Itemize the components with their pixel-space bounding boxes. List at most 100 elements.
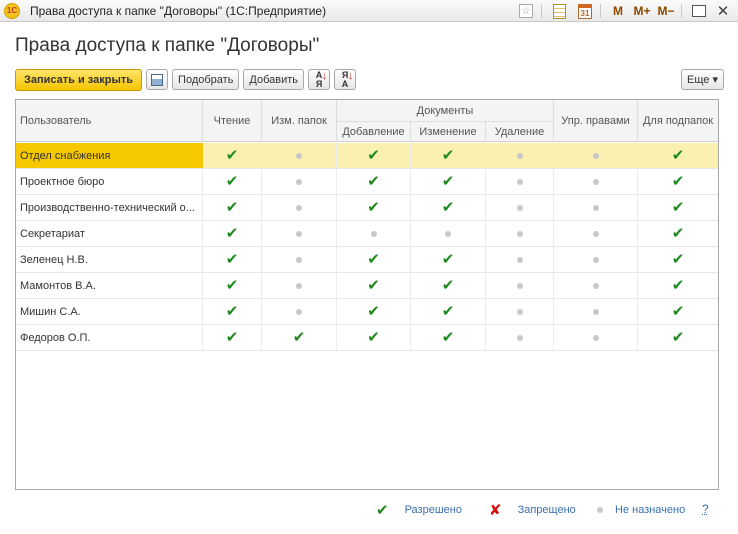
right-cell-read[interactable]: ✔ [203,195,262,220]
user-name-cell[interactable]: Отдел снабжения [16,143,203,168]
column-header-change[interactable]: Изменение [411,121,486,142]
user-name-cell[interactable]: Проектное бюро [16,169,203,194]
right-cell-manage-rights[interactable] [554,299,638,324]
save-and-close-button[interactable]: Записать и закрыть [15,68,143,91]
table-row[interactable]: Мишин С.А. ✔ ✔ ✔ ✔ [16,299,718,325]
right-cell-edit-folders[interactable] [262,273,337,298]
column-header-delete[interactable]: Удаление [486,121,554,142]
right-cell-add[interactable]: ✔ [337,299,411,324]
right-cell-delete[interactable] [486,273,554,298]
check-icon: ✔ [225,329,239,346]
right-cell-change[interactable]: ✔ [411,325,486,350]
right-cell-delete[interactable] [486,195,554,220]
right-cell-add[interactable]: ✔ [337,325,411,350]
right-cell-read[interactable]: ✔ [203,247,262,272]
right-cell-edit-folders[interactable]: ✔ [262,325,337,350]
user-name-cell[interactable]: Зеленец Н.В. [16,247,203,272]
memory-button[interactable]: M [609,1,627,21]
table-row[interactable]: Проектное бюро ✔ ✔ ✔ ✔ [16,169,718,195]
pick-button[interactable]: Подобрать [172,69,240,90]
right-cell-add[interactable]: ✔ [337,169,411,194]
user-name-cell[interactable]: Производственно-технический о... [16,195,203,220]
right-cell-read[interactable]: ✔ [203,221,262,246]
more-menu-button[interactable]: Еще ▾ [681,69,724,90]
right-cell-edit-folders[interactable] [262,221,337,246]
app-logo-icon[interactable]: 1C [4,2,20,19]
memory-plus-button[interactable]: M+ [633,1,651,21]
table-row[interactable]: Зеленец Н.В. ✔ ✔ ✔ ✔ [16,247,718,273]
right-cell-manage-rights[interactable] [554,143,638,168]
right-cell-subfolders[interactable]: ✔ [638,221,718,246]
right-cell-delete[interactable] [486,221,554,246]
add-button[interactable]: Добавить [243,69,305,90]
right-cell-delete[interactable] [486,299,554,324]
column-header-edit-folders[interactable]: Изм. папок [262,100,337,142]
access-rights-table[interactable]: Пользователь Чтение Изм. папок Документы… [15,99,719,490]
right-cell-subfolders[interactable]: ✔ [638,273,718,298]
table-row[interactable]: Отдел снабжения ✔ ✔ ✔ ✔ [16,143,718,169]
calendar-icon[interactable]: 31 [576,1,594,21]
right-cell-change[interactable]: ✔ [411,195,486,220]
right-cell-read[interactable]: ✔ [203,143,262,168]
user-name-cell[interactable]: Мамонтов В.А. [16,273,203,298]
right-cell-manage-rights[interactable] [554,221,638,246]
user-name-cell[interactable]: Федоров О.П. [16,325,203,350]
right-cell-edit-folders[interactable] [262,247,337,272]
right-cell-change[interactable]: ✔ [411,273,486,298]
spreadsheet-icon[interactable] [550,1,568,21]
right-cell-read[interactable]: ✔ [203,273,262,298]
close-icon[interactable]: ✕ [714,1,732,21]
column-header-read[interactable]: Чтение [203,100,262,142]
right-cell-delete[interactable] [486,169,554,194]
user-name-cell[interactable]: Мишин С.А. [16,299,203,324]
memory-minus-button[interactable]: M− [657,1,675,21]
right-cell-subfolders[interactable]: ✔ [638,195,718,220]
right-cell-edit-folders[interactable] [262,299,337,324]
right-cell-edit-folders[interactable] [262,195,337,220]
right-cell-subfolders[interactable]: ✔ [638,299,718,324]
help-link[interactable]: ? [702,502,709,516]
column-header-manage-rights[interactable]: Упр. правами [554,100,638,142]
right-cell-add[interactable] [337,221,411,246]
right-cell-change[interactable]: ✔ [411,143,486,168]
table-row[interactable]: Производственно-технический о... ✔ ✔ ✔ ✔ [16,195,718,221]
right-cell-manage-rights[interactable] [554,195,638,220]
right-cell-add[interactable]: ✔ [337,143,411,168]
table-row[interactable]: Мамонтов В.А. ✔ ✔ ✔ ✔ [16,273,718,299]
table-row[interactable]: Секретариат ✔ ✔ [16,221,718,247]
sort-descending-button[interactable]: Я А ↓ [334,69,357,90]
column-header-add[interactable]: Добавление [337,121,411,142]
right-cell-change[interactable]: ✔ [411,169,486,194]
right-cell-subfolders[interactable]: ✔ [638,169,718,194]
right-cell-delete[interactable] [486,143,554,168]
right-cell-read[interactable]: ✔ [203,325,262,350]
right-cell-manage-rights[interactable] [554,273,638,298]
table-row[interactable]: Федоров О.П. ✔ ✔ ✔ ✔ ✔ [16,325,718,351]
column-header-subfolders[interactable]: Для подпапок [638,100,718,142]
sort-ascending-button[interactable]: А Я ↓ [308,69,331,90]
right-cell-delete[interactable] [486,247,554,272]
right-cell-read[interactable]: ✔ [203,169,262,194]
right-cell-change[interactable]: ✔ [411,247,486,272]
right-cell-edit-folders[interactable] [262,169,337,194]
check-icon: ✔ [367,251,380,268]
right-cell-manage-rights[interactable] [554,325,638,350]
right-cell-add[interactable]: ✔ [337,247,411,272]
right-cell-add[interactable]: ✔ [337,273,411,298]
user-name-cell[interactable]: Секретариат [16,221,203,246]
right-cell-change[interactable] [411,221,486,246]
right-cell-edit-folders[interactable] [262,143,337,168]
restore-window-icon[interactable] [690,1,708,21]
favorites-icon[interactable]: ☆ [517,1,535,21]
right-cell-subfolders[interactable]: ✔ [638,143,718,168]
right-cell-read[interactable]: ✔ [203,299,262,324]
right-cell-change[interactable]: ✔ [411,299,486,324]
column-header-user[interactable]: Пользователь [16,100,203,142]
right-cell-manage-rights[interactable] [554,169,638,194]
right-cell-delete[interactable] [486,325,554,350]
right-cell-add[interactable]: ✔ [337,195,411,220]
right-cell-subfolders[interactable]: ✔ [638,325,718,350]
right-cell-subfolders[interactable]: ✔ [638,247,718,272]
save-button[interactable] [146,69,169,90]
right-cell-manage-rights[interactable] [554,247,638,272]
